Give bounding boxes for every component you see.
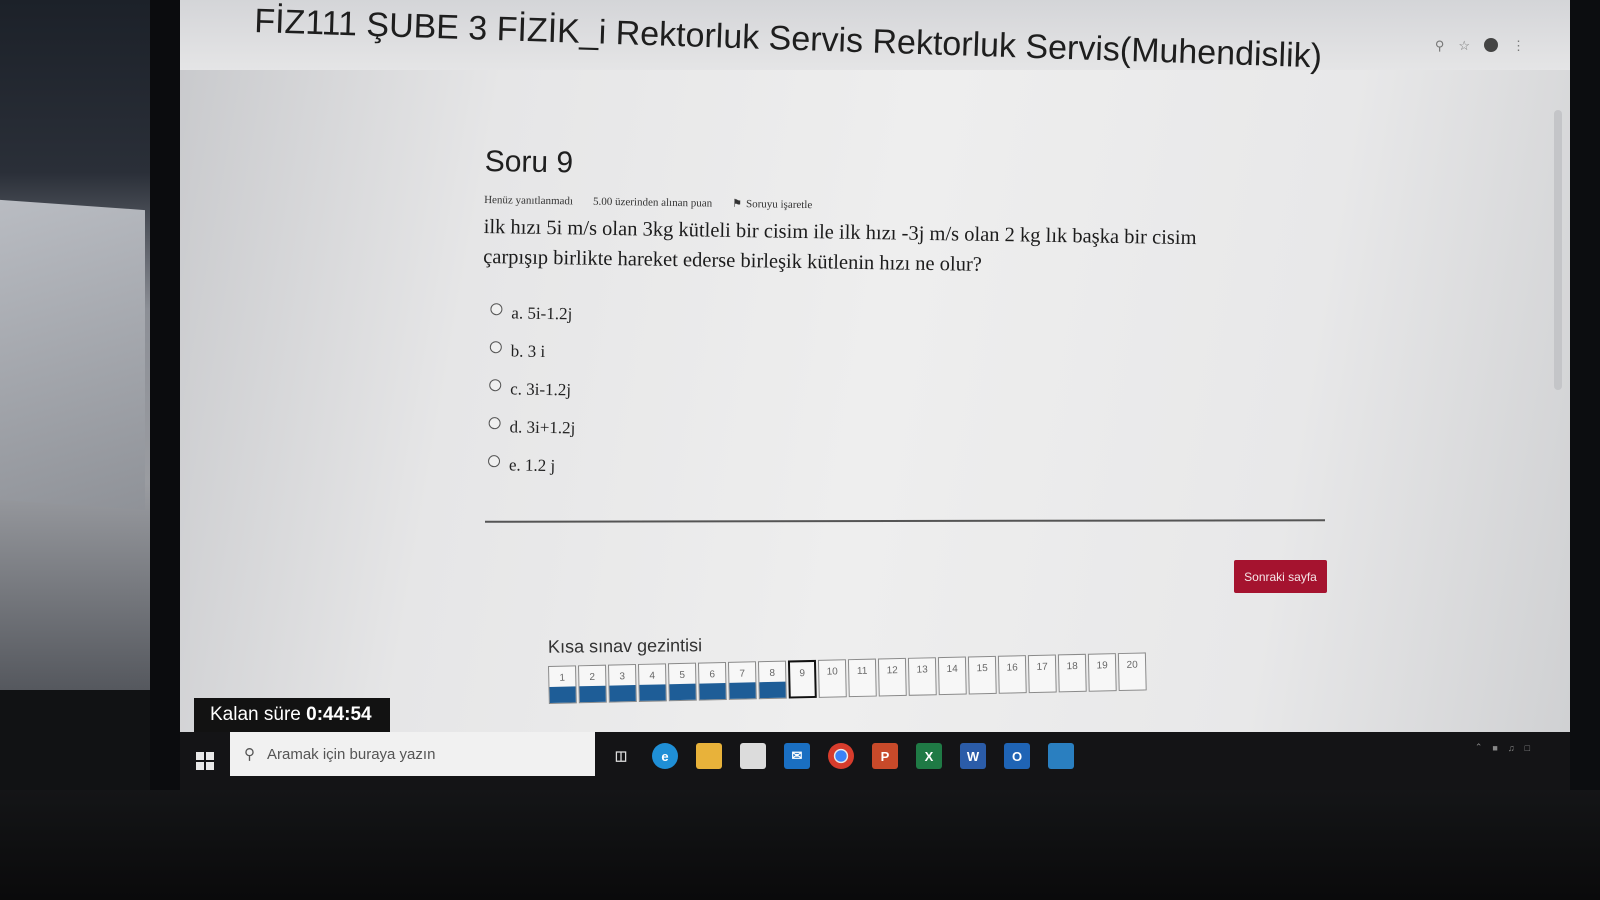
divider [484, 519, 1326, 523]
quiz-nav-item-8[interactable]: 8 [757, 660, 787, 700]
taskbar-apps: ◫ e ✉ P X W O [608, 732, 1074, 780]
quiz-nav-item-13[interactable]: 13 [907, 657, 937, 696]
windows-taskbar: ⚲ Aramak için buraya yazın ◫ e ✉ P X W O… [180, 732, 1570, 790]
question-points: 5.00 üzerinden alınan puan [592, 195, 713, 210]
excel-icon[interactable]: X [916, 743, 942, 769]
timer: Kalan süre 0:44:54 [194, 698, 390, 732]
question-text: ilk hızı 5i m/s olan 3kg kütleli bir cis… [483, 212, 1344, 286]
word-icon[interactable]: W [960, 743, 986, 769]
question-block: Soru 9 Henüz yanıtlanmadı 5.00 üzerinden… [480, 145, 1345, 497]
search-icon: ⚲ [244, 746, 255, 763]
question-status: Henüz yanıtlanmadı [484, 193, 574, 207]
outlook-icon[interactable]: O [1004, 743, 1030, 769]
quiz-nav-item-16[interactable]: 16 [997, 655, 1027, 694]
system-tray: ⌃ ■ ♫ □ [1475, 742, 1530, 753]
quiz-nav-item-1[interactable]: 1 [548, 665, 577, 704]
volume-icon[interactable]: ♫ [1508, 743, 1515, 753]
option-label: c. 3i-1.2j [510, 379, 572, 400]
quiz-nav-item-9[interactable]: 9 [787, 659, 817, 699]
quiz-nav-item-18[interactable]: 18 [1057, 653, 1087, 693]
start-button[interactable] [180, 732, 230, 790]
next-page-button[interactable]: Sonraki sayfa [1234, 560, 1327, 593]
windows-logo-icon [196, 752, 214, 770]
task-view-icon[interactable]: ◫ [608, 743, 634, 769]
option-label: a. 5i-1.2j [511, 303, 573, 324]
quiz-nav-item-11[interactable]: 11 [847, 658, 877, 698]
quiz-nav-item-12[interactable]: 12 [877, 657, 907, 697]
radio-button[interactable] [488, 417, 501, 430]
store-icon[interactable] [740, 743, 766, 769]
quiz-navigation-title: Kısa sınav gezintisi [547, 635, 703, 657]
quiz-nav-item-3[interactable]: 3 [607, 664, 637, 703]
flag-icon: ⚑ [732, 197, 743, 211]
background-paper [0, 199, 145, 511]
chevron-up-icon[interactable]: ⌃ [1475, 742, 1483, 753]
quiz-nav-item-20[interactable]: 20 [1117, 652, 1147, 692]
radio-button[interactable] [489, 341, 502, 354]
browser-icons: ⚲ ☆ ⋮ [1435, 38, 1525, 54]
quiz-nav-item-19[interactable]: 19 [1087, 653, 1117, 692]
other-app-icon[interactable] [1048, 743, 1074, 769]
powerpoint-icon[interactable]: P [872, 743, 898, 769]
search-placeholder: Aramak için buraya yazın [267, 745, 436, 763]
taskbar-search-box[interactable]: ⚲ Aramak için buraya yazın [230, 732, 595, 776]
file-explorer-icon[interactable] [696, 743, 722, 769]
notification-icon[interactable]: □ [1525, 743, 1530, 753]
star-icon[interactable]: ☆ [1458, 38, 1470, 54]
quiz-nav-item-4[interactable]: 4 [637, 663, 667, 702]
screen: ⚲ ☆ ⋮ FİZ111 ŞUBE 3 FİZİK_i Rektorluk Se… [180, 0, 1570, 790]
quiz-nav-item-2[interactable]: 2 [577, 664, 607, 704]
quiz-navigation-grid: 1 2 3 4 5 6 7 8 9 10 11 12 13 14 15 16 17 18 19 20 [548, 652, 1147, 704]
option-label: b. 3 i [510, 341, 546, 361]
radio-button[interactable] [487, 455, 501, 468]
edge-icon[interactable]: e [652, 743, 678, 769]
network-icon[interactable]: ■ [1492, 743, 1497, 753]
option-label: d. 3i+1.2j [509, 417, 576, 438]
answer-options: a. 5i-1.2j b. 3 i c. 3i-1.2j d. 3i+1.2j … [487, 294, 1343, 497]
option-label: e. 1.2 j [508, 455, 556, 476]
profile-avatar-icon[interactable] [1484, 38, 1498, 52]
quiz-nav-item-5[interactable]: 5 [667, 662, 697, 702]
menu-dots-icon[interactable]: ⋮ [1512, 38, 1525, 54]
scrollbar[interactable] [1554, 110, 1562, 390]
quiz-nav-item-15[interactable]: 15 [967, 655, 997, 695]
timer-label: Kalan süre [210, 704, 301, 725]
timer-value: 0:44:54 [306, 704, 372, 725]
flag-question-link[interactable]: ⚑ Soruyu işaretle [732, 197, 812, 211]
quiz-nav-item-7[interactable]: 7 [727, 661, 757, 700]
desk-surface [0, 790, 1600, 900]
chrome-icon[interactable] [828, 743, 854, 769]
radio-button[interactable] [489, 379, 502, 392]
mail-icon[interactable]: ✉ [784, 743, 810, 769]
radio-button[interactable] [490, 303, 503, 316]
quiz-nav-item-10[interactable]: 10 [817, 659, 847, 698]
question-number: Soru 9 [484, 145, 574, 180]
quiz-nav-item-14[interactable]: 14 [937, 656, 967, 696]
quiz-nav-item-17[interactable]: 17 [1027, 654, 1057, 694]
zoom-icon[interactable]: ⚲ [1435, 38, 1445, 54]
flag-label: Soruyu işaretle [745, 197, 813, 211]
quiz-nav-item-6[interactable]: 6 [697, 661, 727, 701]
